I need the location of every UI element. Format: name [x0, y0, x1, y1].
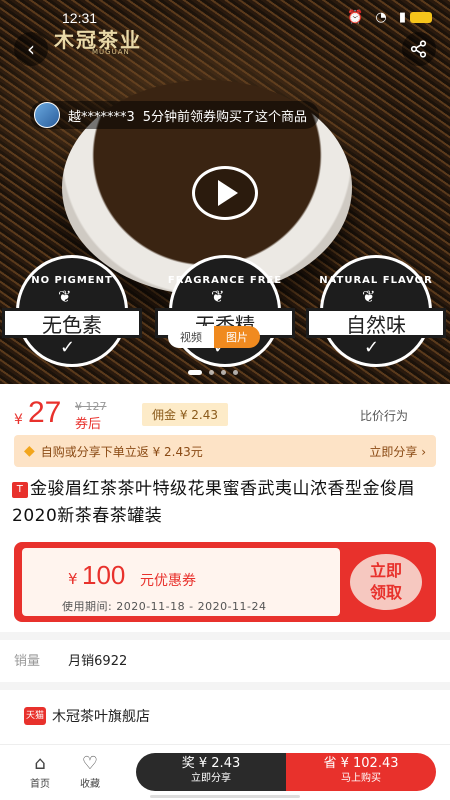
- carousel-dot[interactable]: [209, 370, 214, 375]
- badge-no-pigment: NO PIGMENT ❦ 无色素 ✓: [2, 255, 142, 367]
- coupon-label: 元优惠券: [140, 573, 196, 589]
- shop-name: 木冠茶叶旗舰店: [52, 709, 150, 725]
- sales-label: 销量: [14, 654, 41, 669]
- compare-price-link[interactable]: 比价行为: [360, 407, 408, 424]
- price-row: ¥ 27 ¥ 127 券后 佣金 ¥ 2.43 比价行为: [14, 396, 436, 434]
- share-icon: [410, 40, 427, 58]
- sales-value: 月销6922: [68, 654, 128, 669]
- play-video-button[interactable]: [192, 166, 258, 220]
- badge-arc-text: NO PIGMENT: [31, 275, 113, 286]
- buyer-ticker: 越*******3 5分钟前领券购买了这个商品: [30, 101, 320, 129]
- share-rebate-text: 自购或分享下单立返 ¥ 2.43元: [40, 444, 203, 459]
- home-icon: ⌂: [34, 753, 46, 774]
- buy-now-button[interactable]: 省 ¥ 102.43 马上购买: [286, 753, 436, 791]
- coupon-yen: ¥: [68, 570, 78, 588]
- carousel-dot[interactable]: [221, 370, 226, 375]
- back-button[interactable]: ‹: [14, 32, 48, 66]
- ticker-user: 越*******3: [68, 109, 135, 125]
- divider: [0, 682, 450, 690]
- claim-coupon-button[interactable]: 立即 领取: [350, 554, 422, 610]
- leaf-icon: ❦: [211, 287, 225, 306]
- commission-badge: 佣金 ¥ 2.43: [142, 403, 228, 426]
- play-icon: [218, 180, 238, 206]
- coupon-dates: 使用期间: 2020-11-18 - 2020-11-24: [62, 600, 267, 613]
- carousel-dot[interactable]: [188, 370, 202, 375]
- product-gallery[interactable]: 12:31 ⏰ ◔ ▮ ‹ 木冠茶业 MUGUAN 越*******3 5分钟前…: [0, 0, 450, 384]
- price-currency: ¥: [14, 412, 23, 428]
- back-arrow-icon: ‹: [27, 37, 35, 61]
- original-price: ¥ 127: [75, 400, 107, 413]
- share-button[interactable]: [402, 32, 436, 66]
- ticker-message: 5分钟前领券购买了这个商品: [142, 109, 308, 125]
- carousel-dots: [188, 370, 238, 375]
- tmall-tag-icon: T: [12, 482, 28, 498]
- bottom-action-bar: ⌂ 首页 ♡ 收藏 奖 ¥ 2.43 立即分享 省 ¥ 102.43 马上购买: [0, 744, 450, 800]
- share-now-link[interactable]: 立即分享 ›: [369, 443, 426, 460]
- media-toggle: 视频 图片: [168, 326, 260, 348]
- badge-fragrance-free: FRAGRANCE FREE ❦ 无香精 ✓: [155, 255, 295, 367]
- badge-arc-text: FRAGRANCE FREE: [167, 275, 283, 286]
- leaf-icon: ❦: [362, 287, 376, 306]
- home-button[interactable]: ⌂ 首页: [18, 753, 62, 790]
- badge-natural-flavor: NATURAL FLAVOR ❦ 自然味 ✓: [306, 255, 446, 367]
- diamond-icon: ◆: [24, 443, 35, 459]
- badge-label: 自然味: [306, 308, 446, 338]
- home-indicator: [150, 795, 300, 798]
- badge-arc-text: NATURAL FLAVOR: [319, 275, 433, 286]
- shop-row[interactable]: 天猫 木冠茶叶旗舰店: [24, 706, 150, 726]
- status-icons: ⏰ ◔ ▮: [347, 10, 432, 25]
- product-title-text: 金骏眉红茶茶叶特级花果蜜香武夷山浓香型金俊眉2020新茶春茶罐装: [12, 479, 415, 526]
- share-rebate-bar[interactable]: ◆ 自购或分享下单立返 ¥ 2.43元 立即分享 ›: [14, 435, 436, 467]
- favorite-button[interactable]: ♡ 收藏: [68, 753, 112, 790]
- divider: [0, 632, 450, 640]
- heart-icon: ♡: [81, 753, 99, 774]
- coupon-amount: 100: [82, 560, 126, 590]
- check-icon: ✓: [60, 337, 76, 358]
- check-icon: ✓: [364, 337, 380, 358]
- leaf-icon: ❦: [58, 287, 72, 306]
- after-coupon-label: 券后: [75, 417, 102, 432]
- tab-photo[interactable]: 图片: [214, 326, 260, 348]
- price-value: 27: [28, 396, 62, 429]
- coupon-card[interactable]: ¥ 100 元优惠券 使用期间: 2020-11-18 - 2020-11-24…: [14, 542, 436, 622]
- carousel-dot[interactable]: [233, 370, 238, 375]
- tab-video[interactable]: 视频: [168, 326, 214, 348]
- share-earn-button[interactable]: 奖 ¥ 2.43 立即分享: [136, 753, 286, 791]
- product-title: T 金骏眉红茶茶叶特级花果蜜香武夷山浓香型金俊眉2020新茶春茶罐装: [12, 476, 440, 530]
- brand-sub: MUGUAN: [92, 48, 130, 56]
- avatar: [34, 102, 60, 128]
- sales-row: 销量 月销6922: [14, 650, 127, 669]
- badge-label: 无色素: [2, 308, 142, 338]
- battery-icon: [410, 12, 432, 23]
- tmall-icon: 天猫: [24, 707, 46, 725]
